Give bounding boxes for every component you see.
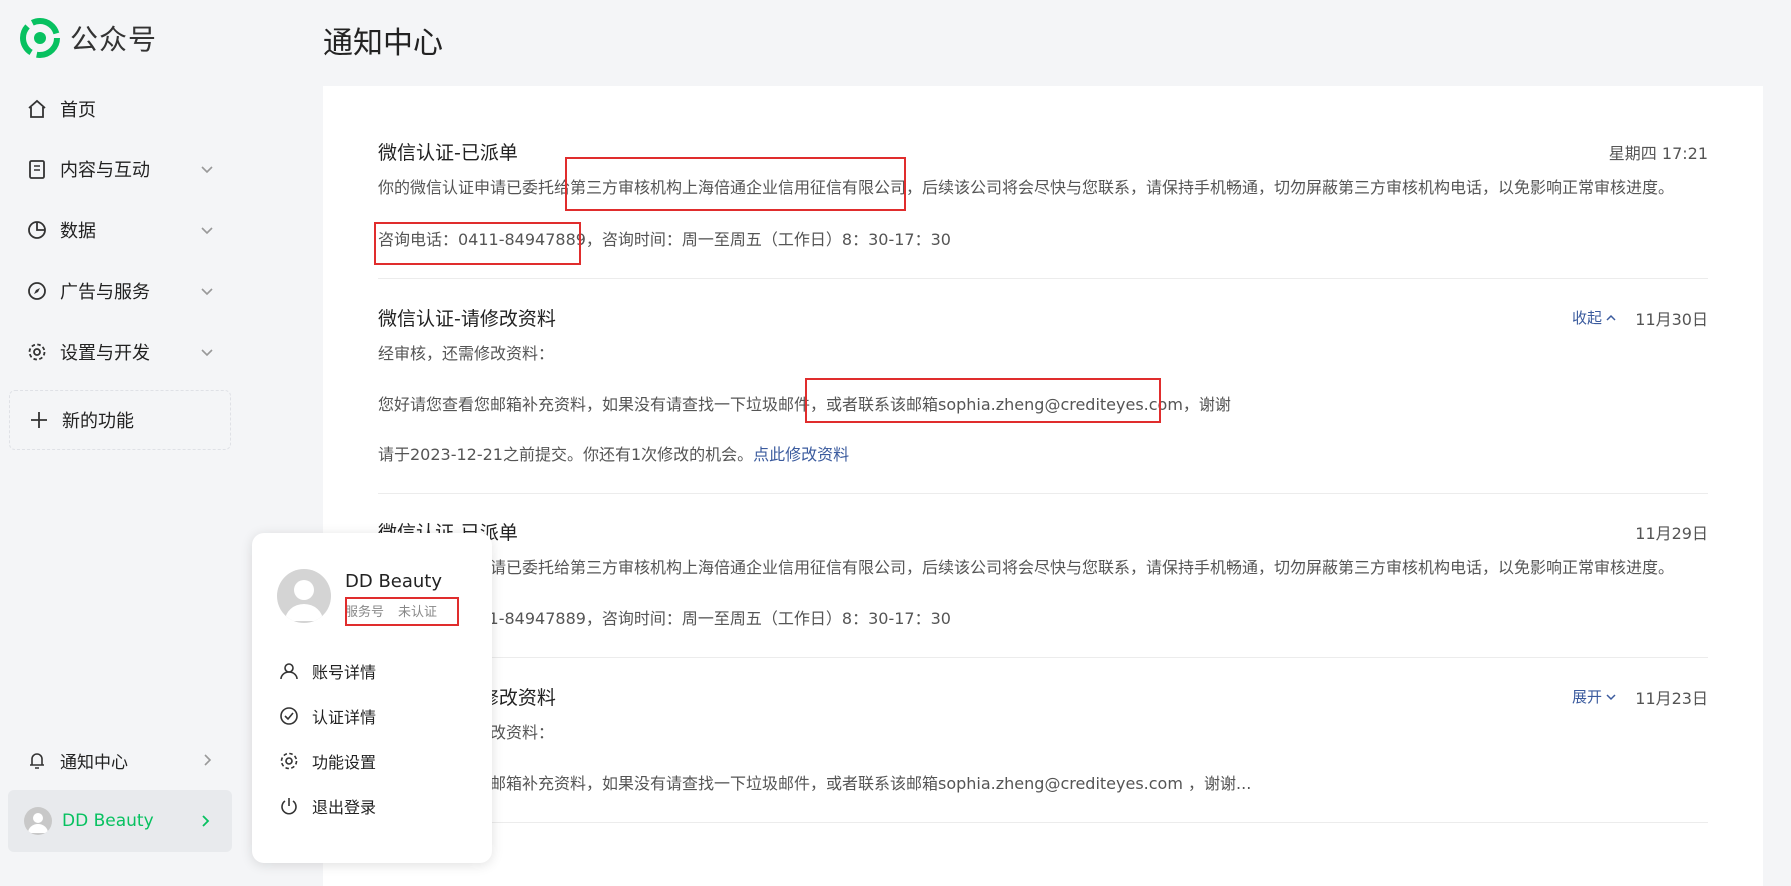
account-popover: DD Beauty 服务号 未认证 账号详情 认证详情 功能设置 退出登录 [252, 533, 492, 863]
chevron-down-icon [201, 166, 213, 174]
brand-name: 公众号 [70, 23, 158, 56]
sidebar-item-notification-center[interactable]: 通知中心 [26, 744, 216, 776]
divider [378, 493, 1708, 494]
home-icon [28, 99, 46, 118]
notice-date: 11月23日 [1635, 689, 1708, 708]
sidebar-item-home[interactable]: 首页 [26, 93, 216, 125]
bell-icon [30, 753, 44, 769]
menu-item-label: 退出登录 [312, 798, 377, 817]
divider [378, 278, 1708, 279]
user-icon [280, 663, 298, 680]
user-avatar-icon [285, 580, 323, 621]
notice-date: 星期四 17:21 [1608, 144, 1708, 163]
expand-toggle[interactable]: 展开 [1572, 686, 1618, 707]
document-icon [29, 160, 45, 179]
sidebar-item-label: 广告与服务 [60, 282, 150, 303]
account-name: DD Beauty [345, 571, 443, 592]
sidebar-item-label: 数据 [60, 221, 96, 242]
sidebar-item-label: 首页 [60, 100, 96, 121]
menu-item-logout[interactable]: 退出登录 [278, 794, 376, 818]
highlight-box [345, 597, 459, 626]
new-feature-button[interactable]: 新的功能 [9, 390, 231, 450]
sidebar-item-label: 通知中心 [60, 752, 128, 773]
notice-body-line: 经审核，还需修改资料： [378, 344, 555, 363]
gear-icon [280, 752, 298, 770]
collapse-toggle[interactable]: 收起 [1572, 307, 1618, 328]
account-name: DD Beauty [62, 811, 154, 831]
sidebar-item-settings[interactable]: 设置与开发 [26, 336, 216, 368]
avatar [24, 807, 52, 835]
account-switcher[interactable]: DD Beauty [8, 790, 232, 852]
notice-title: 微信认证-请修改资料 [378, 683, 1708, 710]
gear-icon [28, 343, 46, 361]
menu-item-label: 功能设置 [312, 753, 377, 772]
sidebar-item-content[interactable]: 内容与互动 [26, 153, 216, 185]
chevron-right-icon [204, 754, 212, 766]
notification-panel: 微信认证-已派单 星期四 17:21 你的微信认证申请已委托给第三方审核机构上海… [323, 86, 1763, 886]
pie-chart-icon [28, 221, 46, 239]
page-title: 通知中心 [323, 26, 443, 61]
brand[interactable]: 公众号 [20, 18, 157, 58]
plus-icon [31, 412, 47, 428]
avatar [277, 569, 331, 623]
chevron-up-icon [1606, 314, 1616, 321]
chevron-down-icon [201, 349, 213, 357]
chevron-right-icon [202, 815, 210, 827]
chevron-down-icon [201, 227, 213, 235]
chevron-down-icon [201, 288, 213, 296]
notice-date: 11月29日 [1635, 524, 1708, 543]
sidebar-item-label: 内容与互动 [60, 160, 150, 181]
notice-deadline-line: 请于2023-12-21之前提交。你还有1次修改的机会。点此修改资料 [378, 441, 849, 465]
edit-info-link[interactable]: 点此修改资料 [753, 445, 849, 464]
check-circle-icon [280, 707, 298, 725]
highlight-box [565, 157, 906, 211]
notice-item[interactable]: 微信认证-请修改资料 展开 11月23日 经审核，还需修改资料： 您好请您查看您… [378, 683, 1708, 803]
menu-item-feature-settings[interactable]: 功能设置 [278, 749, 376, 773]
sidebar: 公众号 首页 内容与互动 数据 广告与服务 设置与开发 新的功能 通知中心 DD… [0, 0, 244, 852]
menu-item-label: 认证详情 [312, 708, 377, 727]
notice-body-line: 你的微信认证申请已委托给第三方审核机构上海倍通企业信用征信有限公司，后续该公司将… [378, 558, 1675, 577]
sidebar-item-label: 设置与开发 [60, 343, 150, 364]
deadline-text: 请于2023-12-21之前提交。你还有1次修改的机会。 [378, 445, 754, 464]
menu-item-account-details[interactable]: 账号详情 [278, 659, 376, 683]
notice-title: 微信认证-请修改资料 [378, 308, 556, 330]
power-icon [281, 798, 297, 815]
notice-body-line: 您好请您查看您邮箱补充资料，如果没有请查找一下垃圾邮件，或者联系该邮箱sophi… [378, 774, 1252, 793]
menu-item-label: 账号详情 [312, 663, 377, 682]
divider [378, 657, 1708, 658]
expand-label: 展开 [1571, 688, 1602, 706]
new-feature-label: 新的功能 [62, 411, 134, 432]
user-avatar-icon [28, 813, 48, 833]
menu-item-verification-details[interactable]: 认证详情 [278, 704, 376, 728]
chevron-down-icon [1606, 693, 1616, 700]
collapse-label: 收起 [1571, 309, 1602, 327]
sidebar-item-data[interactable]: 数据 [26, 214, 216, 246]
notice-title: 微信认证-已派单 [378, 518, 1708, 545]
compass-icon [28, 282, 46, 300]
notice-date: 11月30日 [1635, 310, 1708, 329]
highlight-box [374, 222, 581, 265]
notice-item[interactable]: 微信认证-已派单 11月29日 你的微信认证申请已委托给第三方审核机构上海倍通企… [378, 518, 1708, 638]
highlight-box [805, 378, 1161, 423]
wechat-official-logo-icon [20, 18, 60, 58]
divider [378, 822, 1708, 823]
sidebar-item-ads[interactable]: 广告与服务 [26, 275, 216, 307]
